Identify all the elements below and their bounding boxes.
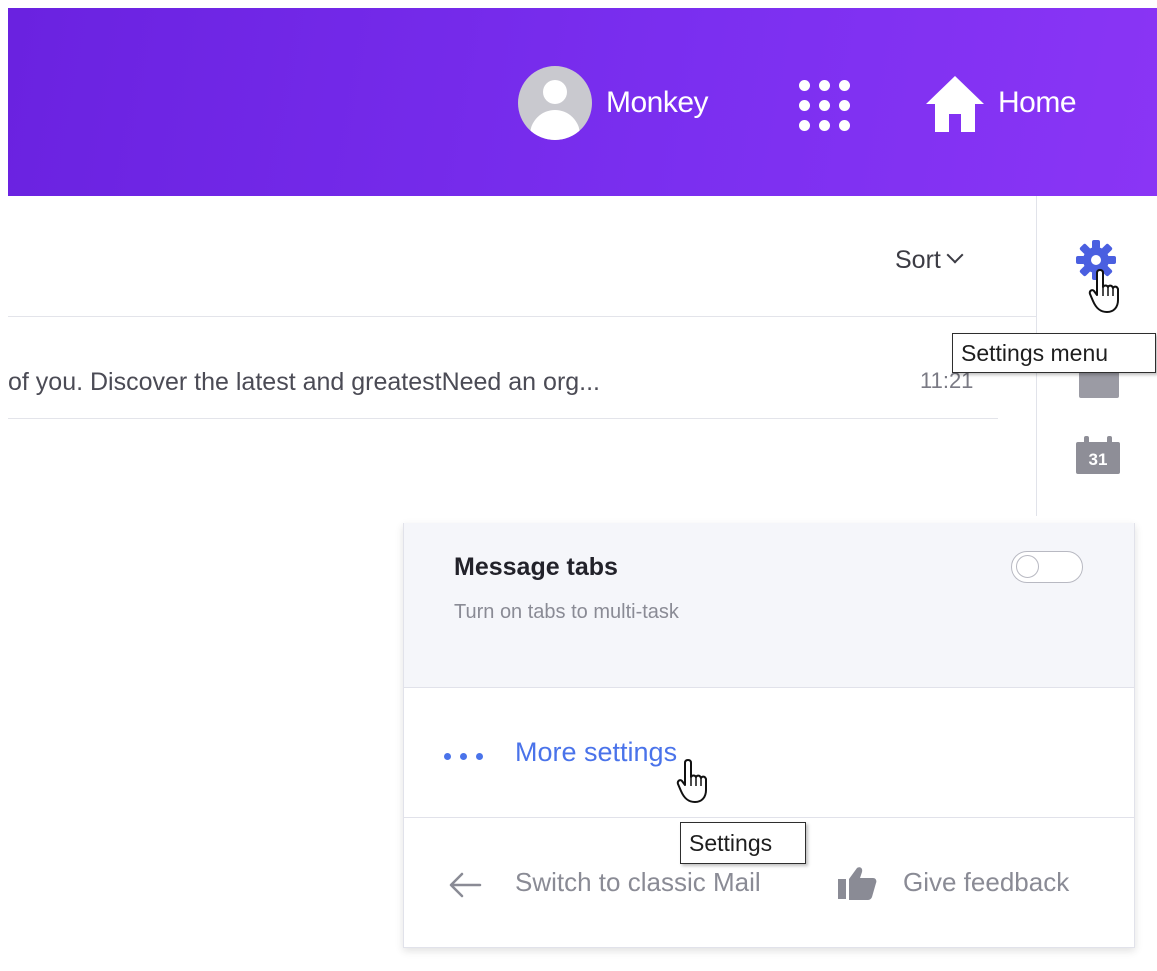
more-settings-label: More settings [515,737,678,767]
toggle-knob [1016,555,1039,578]
message-tabs-title: Message tabs [454,553,618,581]
apps-grid-icon[interactable] [797,78,853,134]
calendar-icon[interactable]: 31 [1076,436,1120,474]
message-snippet: of you. Discover the latest and greatest… [8,368,601,396]
home-icon [926,76,984,132]
message-list-item[interactable]: of you. Discover the latest and greatest… [8,330,998,419]
switch-classic-label: Switch to classic Mail [515,867,761,897]
settings-panel: Message tabs Turn on tabs to multi-task … [403,523,1135,948]
message-tabs-section: Message tabs Turn on tabs to multi-task [404,523,1134,688]
settings-menu-tooltip: Settings menu [952,333,1156,373]
home-label: Home [998,86,1077,119]
mail-settings-screen: Monkey Home Sort of you. Discover the la… [0,0,1157,971]
more-settings-section: More settings [404,687,1134,818]
thumbs-up-icon [838,867,877,900]
give-feedback-label: Give feedback [903,867,1070,897]
chevron-down-icon [946,246,964,264]
user-name[interactable]: Monkey [606,86,709,120]
sort-button[interactable]: Sort [895,246,964,275]
message-tabs-description: Turn on tabs to multi-task [454,601,679,623]
hand-cursor-icon [1088,269,1119,313]
avatar-icon[interactable] [518,66,592,140]
toolbar-divider [8,316,1036,317]
message-tabs-toggle[interactable] [1011,551,1083,583]
calendar-day: 31 [1088,450,1108,469]
hand-cursor-icon [676,759,707,803]
more-dots-icon [444,753,490,761]
contacts-icon[interactable] [1079,370,1119,398]
header-bar: Monkey Home [8,8,1157,196]
sort-label: Sort [895,246,941,274]
settings-tooltip: Settings [680,822,806,864]
arrow-left-icon [449,872,482,898]
